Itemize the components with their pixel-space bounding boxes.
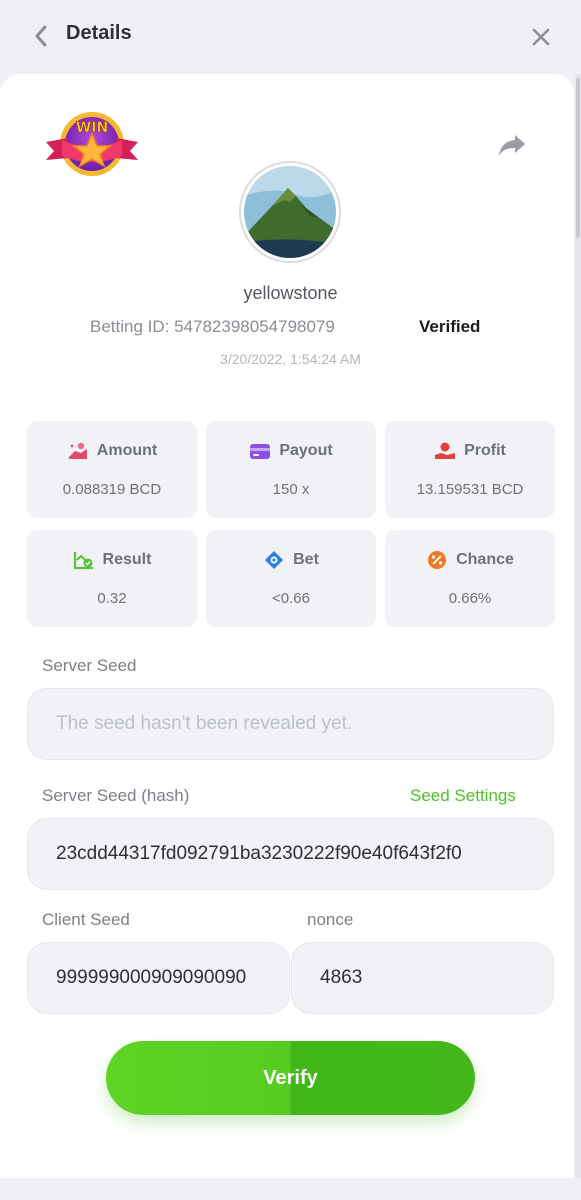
- stat-profit: Profit 13.159531 BCD: [385, 421, 555, 518]
- svg-text:WIN: WIN: [76, 120, 108, 136]
- stat-value: 0.088319 BCD: [62, 481, 162, 498]
- bet-timestamp: 3/20/2022, 1:54:24 AM: [220, 351, 361, 367]
- stat-value: 0.32: [97, 590, 127, 607]
- win-badge-icon: WIN: [46, 112, 138, 176]
- stat-label: Amount: [96, 442, 158, 459]
- verified-label: Verified: [419, 317, 481, 336]
- betting-id-label: Betting ID:: [90, 317, 170, 336]
- bottom-strip: [0, 1178, 581, 1200]
- server-seed-hash-label: Server Seed (hash): [42, 786, 190, 805]
- stat-result: Result 0.32: [27, 530, 197, 627]
- verify-button[interactable]: Verify: [106, 1041, 475, 1115]
- top-bar: Details: [0, 0, 581, 72]
- nonce-field[interactable]: 4863: [291, 942, 554, 1014]
- hand-heart-icon: [435, 442, 456, 459]
- stat-value: 0.66%: [448, 590, 492, 607]
- betting-id-value: 54782398054798079: [174, 317, 335, 336]
- percent-icon: [428, 551, 447, 569]
- stat-value: <0.66: [272, 590, 310, 607]
- stat-value: 150 x: [272, 481, 310, 498]
- username: yellowstone: [243, 283, 338, 303]
- scrollbar-thumb[interactable]: [576, 78, 580, 238]
- stat-label: Profit: [464, 442, 506, 459]
- stat-label: Payout: [279, 442, 333, 459]
- nonce-label: nonce: [307, 910, 354, 929]
- stat-payout: Payout 150 x: [206, 421, 376, 518]
- scrollbar-track[interactable]: [575, 74, 581, 1178]
- server-seed-field[interactable]: The seed hasn't been revealed yet.: [27, 688, 554, 760]
- stat-amount: Amount 0.088319 BCD: [27, 421, 197, 518]
- stat-label: Chance: [456, 551, 514, 568]
- coin-hand-icon: [68, 442, 87, 459]
- stat-label: Result: [102, 551, 152, 568]
- server-seed-label: Server Seed: [42, 656, 137, 675]
- stat-label: Bet: [293, 551, 319, 568]
- stat-bet: Bet <0.66: [206, 530, 376, 627]
- stat-value: 13.159531 BCD: [416, 481, 524, 498]
- target-icon: [265, 551, 284, 569]
- seed-settings-link[interactable]: Seed Settings: [410, 786, 516, 806]
- close-icon[interactable]: [528, 24, 554, 50]
- share-icon[interactable]: [497, 132, 527, 158]
- server-seed-hash-field[interactable]: 23cdd44317fd092791ba3230222f90e40f643f2f…: [27, 818, 554, 890]
- card-icon: [250, 444, 271, 459]
- client-seed-label: Client Seed: [42, 910, 130, 929]
- avatar: [241, 163, 339, 261]
- chart-check-icon: [73, 552, 93, 570]
- betting-id: Betting ID: 54782398054798079: [90, 317, 335, 337]
- client-seed-field[interactable]: 999999000909090090: [27, 942, 290, 1014]
- page-title: Details: [66, 22, 132, 44]
- back-arrow-icon[interactable]: [30, 23, 52, 49]
- stat-chance: Chance 0.66%: [385, 530, 555, 627]
